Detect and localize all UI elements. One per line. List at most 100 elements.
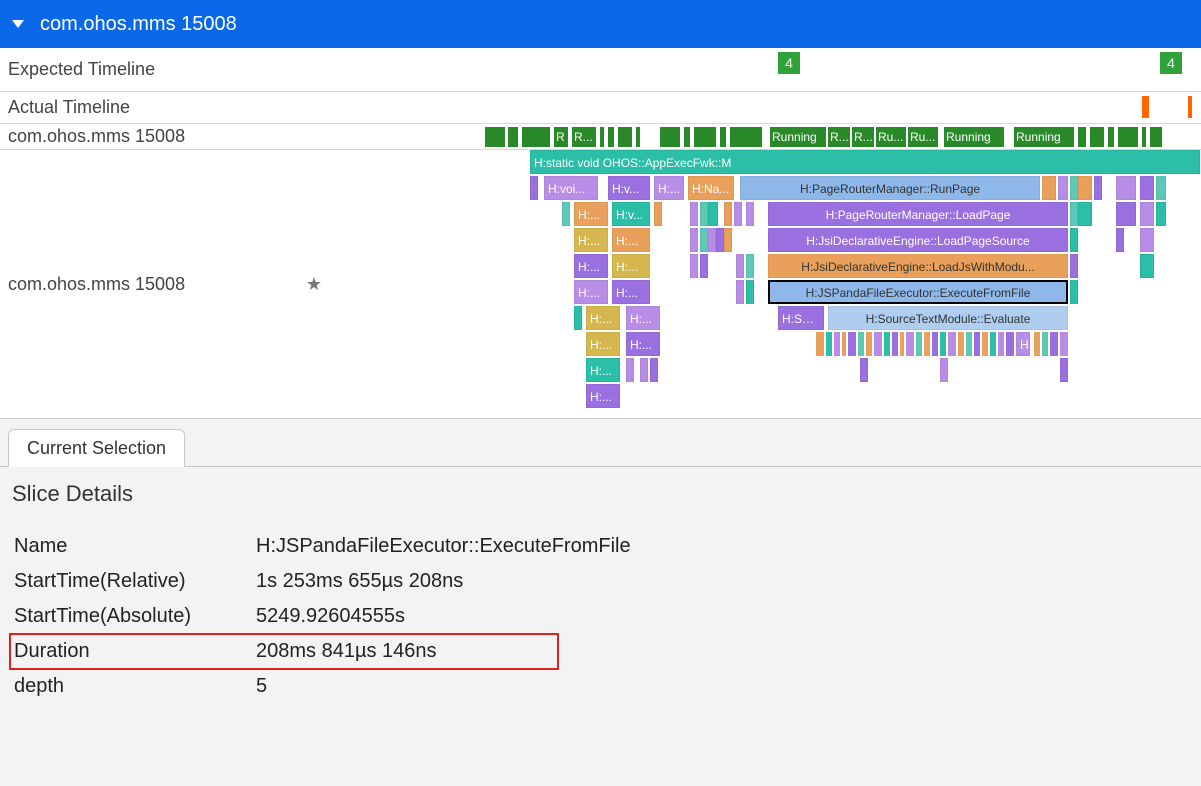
thread-running-seg[interactable] xyxy=(730,127,762,147)
trace-slice[interactable] xyxy=(1140,228,1154,252)
frame-badge[interactable]: 4 xyxy=(1160,52,1182,74)
trace-slice[interactable] xyxy=(940,358,948,382)
trace-slice[interactable]: H:... xyxy=(586,358,620,382)
expected-timeline-body[interactable]: 4 4 xyxy=(330,48,1201,91)
trace-slice[interactable] xyxy=(1140,254,1154,278)
thread-running-seg[interactable] xyxy=(636,127,640,147)
trace-slice[interactable] xyxy=(1070,254,1078,278)
trace-slice[interactable] xyxy=(1094,176,1102,200)
thread-running-seg[interactable]: Ru... xyxy=(908,127,938,147)
trace-slice[interactable] xyxy=(626,358,634,382)
trace-slice[interactable] xyxy=(690,228,698,252)
flame-body[interactable]: H:static void OHOS::AppExecFwk::M H:voi.… xyxy=(330,150,1201,418)
trace-slice[interactable]: H:... xyxy=(586,384,620,408)
trace-slice[interactable] xyxy=(1042,176,1056,200)
thread-running-seg[interactable] xyxy=(720,127,726,147)
thread-running-seg[interactable]: Running xyxy=(770,127,826,147)
star-icon[interactable]: ★ xyxy=(306,274,322,295)
trace-slice[interactable]: H:... xyxy=(586,332,620,356)
thread-running-seg[interactable]: R... xyxy=(852,127,874,147)
trace-slice[interactable]: H:... xyxy=(626,332,660,356)
thread-running-seg[interactable]: Running xyxy=(1014,127,1074,147)
trace-slice[interactable] xyxy=(734,202,742,226)
trace-slice[interactable]: H:static void OHOS::AppExecFwk::M xyxy=(530,150,1200,174)
thread-running-seg[interactable] xyxy=(522,127,550,147)
trace-slice[interactable] xyxy=(1140,176,1154,200)
trace-slice[interactable]: H:v... xyxy=(608,176,650,200)
trace-slice[interactable]: H:... xyxy=(626,306,660,330)
trace-slice[interactable] xyxy=(1058,176,1068,200)
thread-running-seg[interactable] xyxy=(508,127,518,147)
trace-slice[interactable] xyxy=(690,202,698,226)
thread-running-seg[interactable] xyxy=(660,127,680,147)
thread-running-seg[interactable]: R... xyxy=(572,127,596,147)
trace-slice[interactable] xyxy=(1070,228,1078,252)
trace-slice[interactable]: H:... xyxy=(574,228,608,252)
collapse-icon[interactable] xyxy=(12,20,24,28)
trace-slice[interactable] xyxy=(700,202,708,226)
trace-slice[interactable]: H:SourceTextModule::Evaluate xyxy=(828,306,1068,330)
thread-running-seg[interactable] xyxy=(485,127,505,147)
trace-slice[interactable] xyxy=(724,202,732,226)
trace-slice[interactable]: H:PageRouterManager::RunPage xyxy=(740,176,1040,200)
trace-slice[interactable] xyxy=(700,228,708,252)
thread-running-seg[interactable]: Running xyxy=(944,127,1004,147)
trace-slice[interactable] xyxy=(1116,228,1124,252)
trace-slice[interactable]: H:... xyxy=(574,202,608,226)
thread-running-seg[interactable]: R xyxy=(554,127,568,147)
trace-slice[interactable] xyxy=(708,202,718,226)
trace-slice[interactable]: H:... xyxy=(574,280,608,304)
trace-slice-selected[interactable]: H:JSPandaFileExecutor::ExecuteFromFile xyxy=(768,280,1068,304)
tab-current-selection[interactable]: Current Selection xyxy=(8,429,185,467)
trace-slice[interactable] xyxy=(746,280,754,304)
trace-slice[interactable] xyxy=(640,358,648,382)
trace-slice[interactable]: H:Na... xyxy=(688,176,734,200)
actual-frame-marker[interactable] xyxy=(1142,96,1149,118)
trace-slice[interactable] xyxy=(650,358,658,382)
thread-running-seg[interactable] xyxy=(1150,127,1162,147)
trace-slice[interactable]: H:voi... xyxy=(544,176,598,200)
trace-slice[interactable] xyxy=(1140,202,1154,226)
trace-slice[interactable]: H:... xyxy=(654,176,684,200)
trace-slice[interactable]: H:PageRouterManager::LoadPage xyxy=(768,202,1068,226)
thread-running-seg[interactable] xyxy=(1090,127,1104,147)
trace-slice[interactable]: H xyxy=(1016,332,1030,356)
trace-slice[interactable] xyxy=(724,228,732,252)
frame-badge[interactable]: 4 xyxy=(778,52,800,74)
trace-slice[interactable] xyxy=(1060,358,1068,382)
thread-running-seg[interactable] xyxy=(608,127,614,147)
trace-burst-row[interactable]: H xyxy=(816,332,1076,356)
trace-slice[interactable] xyxy=(530,176,538,200)
trace-slice[interactable]: H:... xyxy=(612,228,650,252)
trace-slice[interactable] xyxy=(746,254,754,278)
trace-slice[interactable] xyxy=(562,202,570,226)
trace-slice[interactable] xyxy=(860,358,868,382)
trace-slice[interactable] xyxy=(1078,202,1092,226)
trace-slice[interactable] xyxy=(1116,176,1136,200)
trace-slice[interactable] xyxy=(1070,202,1078,226)
thread-running-seg[interactable] xyxy=(1118,127,1138,147)
trace-slice[interactable] xyxy=(574,306,582,330)
thread-running-seg[interactable]: Ru... xyxy=(876,127,906,147)
trace-slice[interactable]: H:JsiDeclarativeEngine::LoadPageSource xyxy=(768,228,1068,252)
trace-slice[interactable]: H:v... xyxy=(612,202,650,226)
actual-timeline-body[interactable] xyxy=(330,92,1201,123)
thread-running-seg[interactable] xyxy=(1142,127,1146,147)
trace-slice[interactable]: H:Sou... xyxy=(778,306,824,330)
trace-slice[interactable]: H:... xyxy=(612,254,650,278)
actual-frame-marker[interactable] xyxy=(1188,96,1192,118)
thread-running-seg[interactable] xyxy=(600,127,604,147)
trace-slice[interactable] xyxy=(654,202,662,226)
trace-slice[interactable] xyxy=(1078,176,1092,200)
thread-state-body[interactable]: R R... Running R... R... Ru... Ru... Run… xyxy=(330,124,1201,149)
thread-running-seg[interactable] xyxy=(1078,127,1086,147)
trace-slice[interactable] xyxy=(736,280,744,304)
trace-slice[interactable] xyxy=(1116,202,1136,226)
process-header[interactable]: com.ohos.mms 15008 xyxy=(0,0,1201,48)
trace-slice[interactable] xyxy=(736,254,744,278)
trace-slice[interactable] xyxy=(708,228,716,252)
trace-slice[interactable] xyxy=(1070,176,1078,200)
thread-running-seg[interactable] xyxy=(684,127,690,147)
trace-slice[interactable]: H:... xyxy=(586,306,620,330)
trace-slice[interactable] xyxy=(690,254,698,278)
